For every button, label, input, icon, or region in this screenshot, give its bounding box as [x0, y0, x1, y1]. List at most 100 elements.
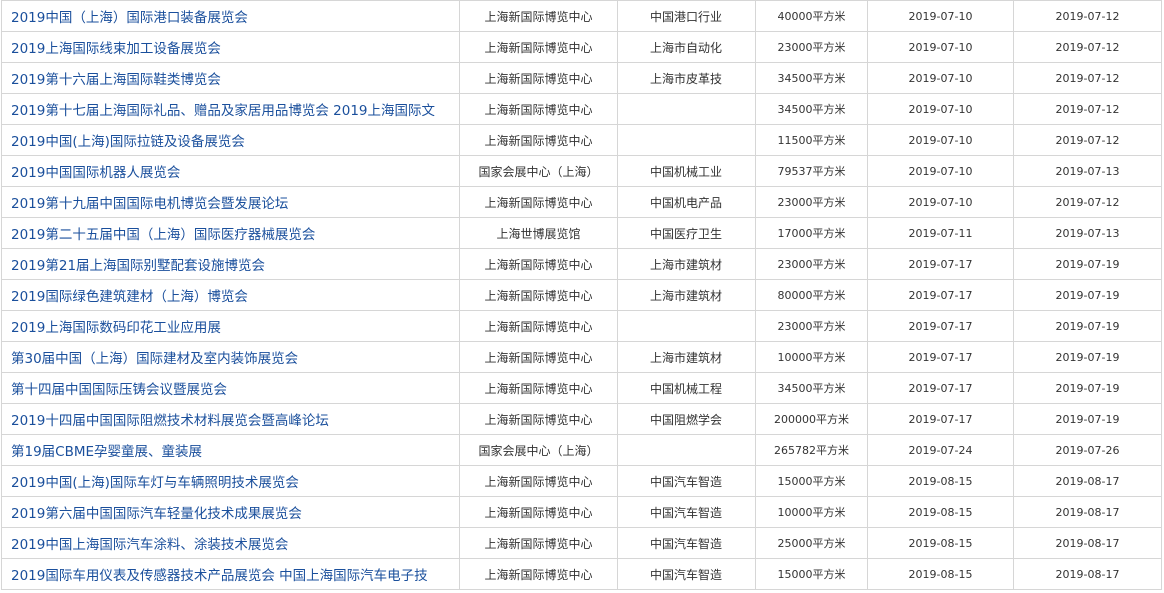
area-cell: 40000平方米 [755, 0, 868, 32]
exhibition-name-link[interactable]: 2019国际车用仪表及传感器技术产品展览会 中国上海国际汽车电子技 [11, 568, 428, 584]
exhibition-name-cell: 2019第十九届中国国际电机博览会暨发展论坛 [1, 186, 460, 218]
end-date-cell: 2019-08-17 [1013, 465, 1162, 497]
table-row: 2019国际车用仪表及传感器技术产品展览会 中国上海国际汽车电子技 上海新国际博览… [1, 558, 1162, 590]
table-row: 2019上海国际数码印花工业应用展 上海新国际博览中心 23000平方米 2019-0… [1, 310, 1162, 342]
end-date-cell: 2019-07-12 [1013, 31, 1162, 63]
table-row: 2019第十六届上海国际鞋类博览会 上海新国际博览中心 上海市皮革技 34500平方米… [1, 62, 1162, 94]
area-cell: 34500平方米 [755, 372, 868, 404]
venue-cell: 上海世博展览馆 [459, 217, 618, 249]
table-row: 第19届CBME孕婴童展、童装展 国家会展中心（上海） 265782平方米 2019-… [1, 434, 1162, 466]
end-date-cell: 2019-07-12 [1013, 0, 1162, 32]
exhibition-name-cell: 第十四届中国国际压铸会议暨展览会 [1, 372, 460, 404]
venue-cell: 上海新国际博览中心 [459, 527, 618, 559]
exhibition-name-cell: 2019中国国际机器人展览会 [1, 155, 460, 187]
exhibition-name-link[interactable]: 第30届中国（上海）国际建材及室内装饰展览会 [11, 351, 298, 367]
exhibition-name-cell: 2019第二十五届中国（上海）国际医疗器械展览会 [1, 217, 460, 249]
organizer-cell [617, 124, 756, 156]
venue-cell: 国家会展中心（上海） [459, 434, 618, 466]
organizer-cell: 中国阻燃学会 [617, 403, 756, 435]
exhibition-name-cell: 2019十四届中国国际阻燃技术材料展览会暨高峰论坛 [1, 403, 460, 435]
start-date-cell: 2019-08-15 [867, 558, 1014, 590]
exhibition-name-cell: 2019上海国际数码印花工业应用展 [1, 310, 460, 342]
exhibition-name-link[interactable]: 2019第十七届上海国际礼品、赠品及家居用品博览会 2019上海国际文 [11, 103, 435, 119]
venue-cell: 国家会展中心（上海） [459, 155, 618, 187]
exhibition-name-link[interactable]: 第19届CBME孕婴童展、童装展 [11, 444, 202, 460]
exhibition-name-link[interactable]: 2019中国（上海）国际港口装备展览会 [11, 10, 248, 26]
area-cell: 80000平方米 [755, 279, 868, 311]
venue-cell: 上海新国际博览中心 [459, 558, 618, 590]
start-date-cell: 2019-07-17 [867, 248, 1014, 280]
start-date-cell: 2019-07-10 [867, 186, 1014, 218]
exhibition-name-link[interactable]: 2019第十九届中国国际电机博览会暨发展论坛 [11, 196, 288, 212]
area-cell: 200000平方米 [755, 403, 868, 435]
table-row: 第十四届中国国际压铸会议暨展览会 上海新国际博览中心 中国机械工程 34500平方米 2… [1, 372, 1162, 404]
area-cell: 10000平方米 [755, 496, 868, 528]
start-date-cell: 2019-07-10 [867, 124, 1014, 156]
exhibition-name-link[interactable]: 2019上海国际数码印花工业应用展 [11, 320, 221, 336]
exhibition-name-cell: 2019第十七届上海国际礼品、赠品及家居用品博览会 2019上海国际文 [1, 93, 460, 125]
start-date-cell: 2019-07-10 [867, 31, 1014, 63]
table-row: 2019中国(上海)国际拉链及设备展览会 上海新国际博览中心 11500平方米 201… [1, 124, 1162, 156]
end-date-cell: 2019-07-19 [1013, 341, 1162, 373]
start-date-cell: 2019-07-10 [867, 93, 1014, 125]
end-date-cell: 2019-07-19 [1013, 372, 1162, 404]
end-date-cell: 2019-07-13 [1013, 155, 1162, 187]
exhibition-name-link[interactable]: 2019第二十五届中国（上海）国际医疗器械展览会 [11, 227, 315, 243]
end-date-cell: 2019-07-19 [1013, 310, 1162, 342]
venue-cell: 上海新国际博览中心 [459, 62, 618, 94]
venue-cell: 上海新国际博览中心 [459, 372, 618, 404]
organizer-cell: 中国医疗卫生 [617, 217, 756, 249]
exhibition-name-cell: 2019上海国际线束加工设备展览会 [1, 31, 460, 63]
table-row: 2019第二十五届中国（上海）国际医疗器械展览会 上海世博展览馆 中国医疗卫生 170… [1, 217, 1162, 249]
venue-cell: 上海新国际博览中心 [459, 31, 618, 63]
start-date-cell: 2019-07-10 [867, 62, 1014, 94]
exhibition-name-cell: 2019中国(上海)国际车灯与车辆照明技术展览会 [1, 465, 460, 497]
area-cell: 15000平方米 [755, 558, 868, 590]
exhibition-name-link[interactable]: 2019第21届上海国际别墅配套设施博览会 [11, 258, 265, 274]
end-date-cell: 2019-07-12 [1013, 186, 1162, 218]
exhibition-name-cell: 2019国际绿色建筑建材（上海）博览会 [1, 279, 460, 311]
exhibition-name-link[interactable]: 2019中国上海国际汽车涂料、涂装技术展览会 [11, 537, 288, 553]
venue-cell: 上海新国际博览中心 [459, 124, 618, 156]
organizer-cell [617, 310, 756, 342]
organizer-cell: 中国汽车智造 [617, 558, 756, 590]
exhibition-name-link[interactable]: 2019中国(上海)国际车灯与车辆照明技术展览会 [11, 475, 299, 491]
venue-cell: 上海新国际博览中心 [459, 186, 618, 218]
exhibition-name-cell: 2019中国（上海）国际港口装备展览会 [1, 0, 460, 32]
table-row: 2019十四届中国国际阻燃技术材料展览会暨高峰论坛 上海新国际博览中心 中国阻燃学会… [1, 403, 1162, 435]
area-cell: 15000平方米 [755, 465, 868, 497]
start-date-cell: 2019-08-15 [867, 496, 1014, 528]
end-date-cell: 2019-07-12 [1013, 93, 1162, 125]
end-date-cell: 2019-08-17 [1013, 496, 1162, 528]
area-cell: 10000平方米 [755, 341, 868, 373]
end-date-cell: 2019-07-19 [1013, 248, 1162, 280]
area-cell: 265782平方米 [755, 434, 868, 466]
start-date-cell: 2019-07-10 [867, 155, 1014, 187]
end-date-cell: 2019-08-17 [1013, 558, 1162, 590]
exhibition-name-link[interactable]: 2019上海国际线束加工设备展览会 [11, 41, 221, 57]
venue-cell: 上海新国际博览中心 [459, 279, 618, 311]
exhibition-table: 2019中国（上海）国际港口装备展览会 上海新国际博览中心 中国港口行业 40000平… [1, 0, 1162, 590]
organizer-cell: 中国汽车智造 [617, 527, 756, 559]
organizer-cell: 中国机械工程 [617, 372, 756, 404]
exhibition-name-cell: 2019第21届上海国际别墅配套设施博览会 [1, 248, 460, 280]
area-cell: 23000平方米 [755, 248, 868, 280]
start-date-cell: 2019-08-15 [867, 465, 1014, 497]
table-row: 2019上海国际线束加工设备展览会 上海新国际博览中心 上海市自动化 23000平方米… [1, 31, 1162, 63]
start-date-cell: 2019-07-17 [867, 279, 1014, 311]
exhibition-name-link[interactable]: 2019第十六届上海国际鞋类博览会 [11, 72, 221, 88]
venue-cell: 上海新国际博览中心 [459, 465, 618, 497]
exhibition-name-link[interactable]: 2019十四届中国国际阻燃技术材料展览会暨高峰论坛 [11, 413, 329, 429]
end-date-cell: 2019-07-12 [1013, 62, 1162, 94]
venue-cell: 上海新国际博览中心 [459, 248, 618, 280]
exhibition-name-link[interactable]: 第十四届中国国际压铸会议暨展览会 [11, 382, 227, 398]
exhibition-name-link[interactable]: 2019第六届中国国际汽车轻量化技术成果展览会 [11, 506, 302, 522]
end-date-cell: 2019-07-12 [1013, 124, 1162, 156]
venue-cell: 上海新国际博览中心 [459, 310, 618, 342]
exhibition-name-link[interactable]: 2019中国(上海)国际拉链及设备展览会 [11, 134, 245, 150]
area-cell: 23000平方米 [755, 310, 868, 342]
exhibition-name-cell: 2019国际车用仪表及传感器技术产品展览会 中国上海国际汽车电子技 [1, 558, 460, 590]
exhibition-name-link[interactable]: 2019国际绿色建筑建材（上海）博览会 [11, 289, 248, 305]
exhibition-name-link[interactable]: 2019中国国际机器人展览会 [11, 165, 180, 181]
area-cell: 23000平方米 [755, 186, 868, 218]
